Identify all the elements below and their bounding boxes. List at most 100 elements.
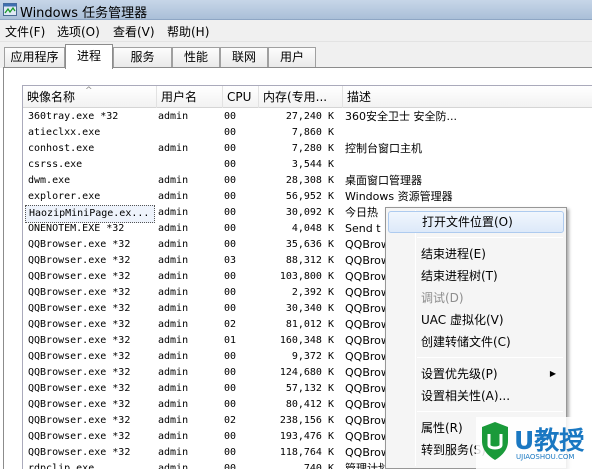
title-bar: Windows 任务管理器 [0, 0, 592, 21]
process-name-cell: dwm.exe [28, 175, 71, 186]
cpu-cell: 00 [224, 223, 237, 234]
user-name-cell: admin [158, 255, 189, 266]
cpu-cell: 00 [224, 367, 237, 378]
memory-cell: 81,012 K [285, 319, 334, 330]
memory-cell: 740 K [303, 463, 334, 469]
cpu-cell: 00 [224, 303, 237, 314]
process-name-cell: conhost.exe [28, 143, 95, 154]
table-row[interactable]: atieclxx.exe 00 7,860 K [23, 125, 592, 141]
memory-cell: 7,860 K [291, 127, 334, 138]
cpu-cell: 00 [224, 287, 237, 298]
user-name-cell: admin [158, 191, 189, 202]
memory-cell: 4,048 K [291, 223, 334, 234]
memory-cell: 118,764 K [279, 447, 334, 458]
memory-cell: 193,476 K [279, 431, 334, 442]
tab-services[interactable]: 服务 [113, 47, 172, 68]
memory-cell: 2,392 K [291, 287, 334, 298]
process-name-cell: QQBrowser.exe *32 [28, 303, 131, 314]
user-name-cell: admin [158, 223, 189, 234]
shield-icon [482, 422, 508, 460]
process-name-cell: explorer.exe [28, 191, 101, 202]
menu-item-label: 创建转储文件(C) [421, 335, 511, 349]
cpu-cell: 02 [224, 415, 237, 426]
table-row[interactable]: csrss.exe 00 3,544 K [23, 157, 592, 173]
memory-cell: 28,308 K [285, 175, 334, 186]
cpu-cell: 00 [224, 431, 237, 442]
menu-item-debug: 调试(D) [388, 287, 564, 309]
column-memory[interactable]: 内存(专用... [259, 86, 343, 108]
user-name-cell: admin [158, 287, 189, 298]
user-name-cell: admin [158, 431, 189, 442]
menu-item-label: 设置优先级(P) [421, 367, 498, 381]
menu-item-set-priority[interactable]: 设置优先级(P) ▶ [388, 363, 564, 385]
table-row[interactable]: explorer.exe admin 00 56,952 K Windows 资源管理器 [23, 189, 592, 205]
menu-item-uac-virtualization[interactable]: UAC 虚拟化(V) [388, 309, 564, 331]
memory-cell: 27,240 K [285, 111, 334, 122]
process-name-cell: QQBrowser.exe *32 [28, 271, 131, 282]
task-manager-icon [3, 3, 17, 16]
table-row[interactable]: dwm.exe admin 00 28,308 K 桌面窗口管理器 [23, 173, 592, 189]
user-name-cell: admin [158, 303, 189, 314]
cpu-cell: 00 [224, 463, 237, 469]
process-name-cell: QQBrowser.exe *32 [28, 415, 131, 426]
menu-help[interactable]: 帮助(H) [167, 23, 209, 40]
memory-cell: 30,092 K [285, 207, 334, 218]
memory-cell: 9,372 K [291, 351, 334, 362]
list-header: 映像名称 ^ 用户名 CPU 内存(专用... 描述 [23, 86, 592, 108]
cpu-cell: 02 [224, 319, 237, 330]
memory-cell: 80,412 K [285, 399, 334, 410]
cpu-cell: 03 [224, 255, 237, 266]
column-cpu[interactable]: CPU [223, 86, 259, 108]
user-name-cell: admin [158, 351, 189, 362]
sort-ascending-icon: ^ [85, 86, 93, 96]
tab-applications[interactable]: 应用程序 [4, 47, 65, 68]
process-name-cell: QQBrowser.exe *32 [28, 287, 131, 298]
user-name-cell: admin [158, 111, 189, 122]
memory-cell: 35,636 K [285, 239, 334, 250]
cpu-cell: 00 [224, 399, 237, 410]
menu-item-set-affinity[interactable]: 设置相关性(A)... [388, 385, 564, 407]
menu-options[interactable]: 选项(O) [57, 23, 100, 40]
user-name-cell: admin [158, 175, 189, 186]
description-cell: Windows 资源管理器 [345, 190, 453, 203]
process-name-cell: atieclxx.exe [28, 127, 101, 138]
user-name-cell: admin [158, 319, 189, 330]
menu-item-create-dump-file[interactable]: 创建转储文件(C) [388, 331, 564, 353]
menu-item-open-file-location[interactable]: 打开文件位置(O) [388, 211, 564, 233]
watermark-url: UJIAOSHOU.COM [516, 453, 575, 461]
tab-processes[interactable]: 进程 [65, 44, 113, 69]
cpu-cell: 00 [224, 175, 237, 186]
memory-cell: 57,132 K [285, 383, 334, 394]
cpu-cell: 00 [224, 271, 237, 282]
description-cell: 控制台窗口主机 [345, 142, 422, 155]
user-name-cell: admin [158, 447, 189, 458]
table-row[interactable]: 360tray.exe *32 admin 00 27,240 K 360安全卫士 安全… [23, 109, 592, 125]
memory-cell: 30,340 K [285, 303, 334, 314]
user-name-cell: admin [158, 415, 189, 426]
process-name-cell: QQBrowser.exe *32 [28, 335, 131, 346]
user-name-cell: admin [158, 271, 189, 282]
tab-networking[interactable]: 联网 [220, 47, 268, 68]
menu-separator [417, 411, 563, 412]
column-user-name[interactable]: 用户名 [157, 86, 223, 108]
process-name-cell: csrss.exe [28, 159, 83, 170]
tab-performance[interactable]: 性能 [172, 47, 220, 68]
process-name-cell: ONENOTEM.EXE *32 [28, 223, 125, 234]
column-description[interactable]: 描述 [343, 86, 592, 108]
menu-view[interactable]: 查看(V) [113, 23, 155, 40]
menu-item-end-process-tree[interactable]: 结束进程树(T) [388, 265, 564, 287]
menu-item-label: 结束进程树(T) [421, 269, 498, 283]
user-name-cell: admin [158, 143, 189, 154]
menu-separator [417, 237, 563, 238]
menu-item-end-process[interactable]: 结束进程(E) [388, 243, 564, 265]
table-row[interactable]: conhost.exe admin 00 7,280 K 控制台窗口主机 [23, 141, 592, 157]
memory-cell: 124,680 K [279, 367, 334, 378]
cpu-cell: 00 [224, 127, 237, 138]
tab-users[interactable]: 用户 [268, 47, 316, 68]
memory-cell: 238,156 K [279, 415, 334, 426]
user-name-cell: admin [158, 399, 189, 410]
memory-cell: 88,312 K [285, 255, 334, 266]
column-image-name[interactable]: 映像名称 ^ [23, 86, 157, 108]
memory-cell: 160,348 K [279, 335, 334, 346]
menu-file[interactable]: 文件(F) [5, 23, 45, 40]
